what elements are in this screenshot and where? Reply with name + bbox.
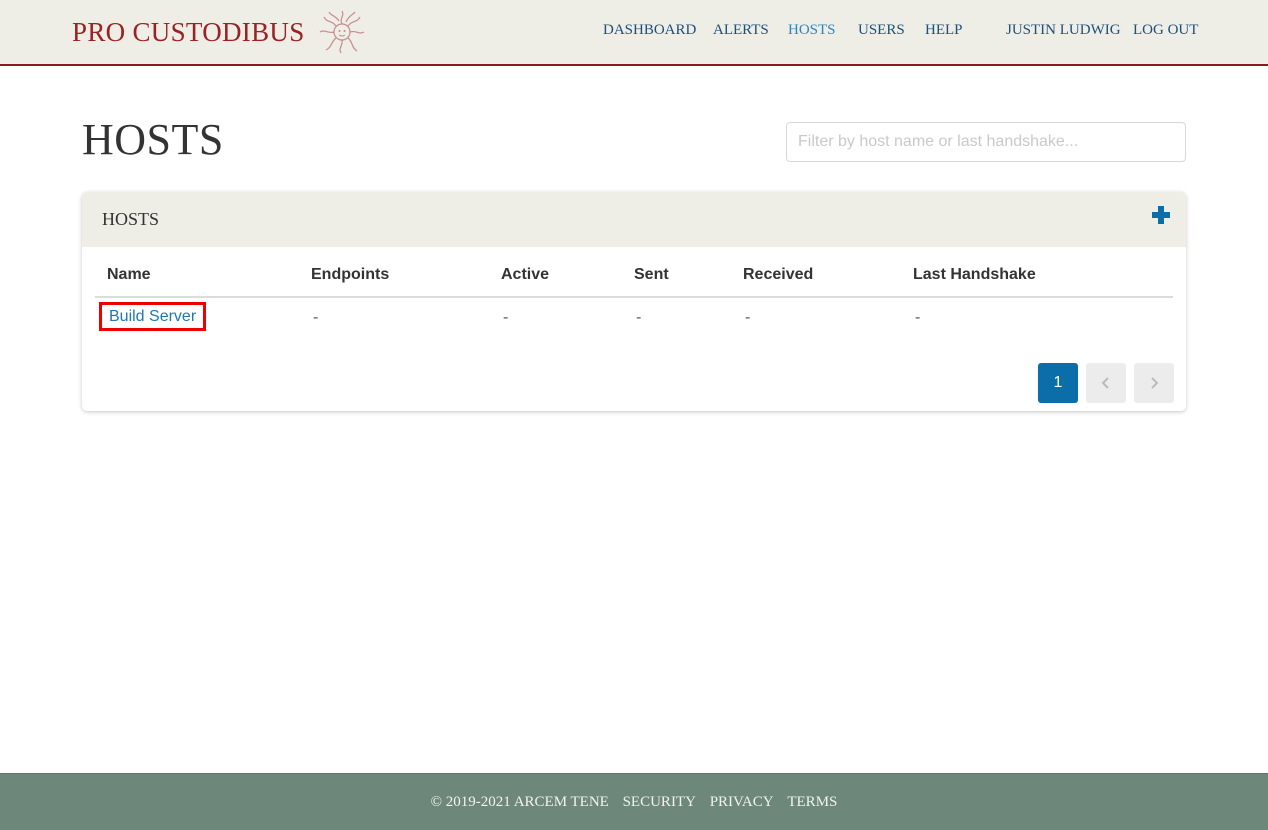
host-link-build-server[interactable]: Build Server (99, 302, 207, 331)
top-navbar: PRO CUSTODIBUS DASHBOARD ALERTS HOSTS US… (0, 0, 1268, 66)
footer-link-security[interactable]: SECURITY (623, 794, 696, 810)
panel-header: HOSTS (82, 192, 1186, 247)
column-header-active[interactable]: Active (501, 266, 549, 284)
page-title: HOSTS (82, 115, 224, 164)
column-header-name[interactable]: Name (107, 266, 151, 284)
column-header-endpoints[interactable]: Endpoints (311, 266, 389, 284)
nav-user-account[interactable]: JUSTIN LUDWIG (1006, 22, 1121, 39)
nav-alerts[interactable]: ALERTS (713, 22, 769, 39)
hosts-panel: HOSTS Name Endpoints Active Sent Receive… (82, 192, 1186, 411)
table-header: Name Endpoints Active Sent Received Last… (95, 266, 1173, 298)
footer-content: © 2019-2021 ARCEM TENE SECURITY PRIVACY … (0, 794, 1268, 811)
plus-icon[interactable] (1150, 204, 1172, 226)
column-header-sent[interactable]: Sent (634, 266, 669, 284)
nav-help[interactable]: HELP (925, 22, 963, 39)
main-nav: DASHBOARD ALERTS HOSTS USERS HELP JUSTIN… (0, 22, 1268, 44)
copyright: © 2019-2021 ARCEM TENE (430, 794, 609, 810)
nav-users[interactable]: USERS (858, 22, 905, 39)
footer: © 2019-2021 ARCEM TENE SECURITY PRIVACY … (0, 773, 1268, 830)
previous-page-button[interactable] (1086, 363, 1126, 403)
cell-last-handshake: - (915, 309, 921, 326)
footer-link-privacy[interactable]: PRIVACY (710, 794, 774, 810)
page-1-button[interactable]: 1 (1038, 363, 1078, 403)
nav-hosts[interactable]: HOSTS (788, 22, 836, 39)
nav-dashboard[interactable]: DASHBOARD (603, 22, 696, 39)
footer-link-terms[interactable]: TERMS (787, 794, 837, 810)
nav-logout[interactable]: LOG OUT (1133, 22, 1198, 39)
cell-endpoints: - (313, 309, 319, 326)
cell-sent: - (636, 309, 642, 326)
chevron-right-icon (1151, 377, 1159, 389)
table-row: Build Server - - - - - (95, 298, 1173, 338)
column-header-last-handshake[interactable]: Last Handshake (913, 266, 1036, 284)
column-header-received[interactable]: Received (743, 266, 813, 284)
panel-title: HOSTS (102, 209, 160, 229)
chevron-left-icon (1101, 377, 1109, 389)
cell-received: - (745, 309, 751, 326)
next-page-button[interactable] (1134, 363, 1174, 403)
host-filter-input[interactable] (786, 122, 1186, 162)
cell-active: - (503, 309, 509, 326)
